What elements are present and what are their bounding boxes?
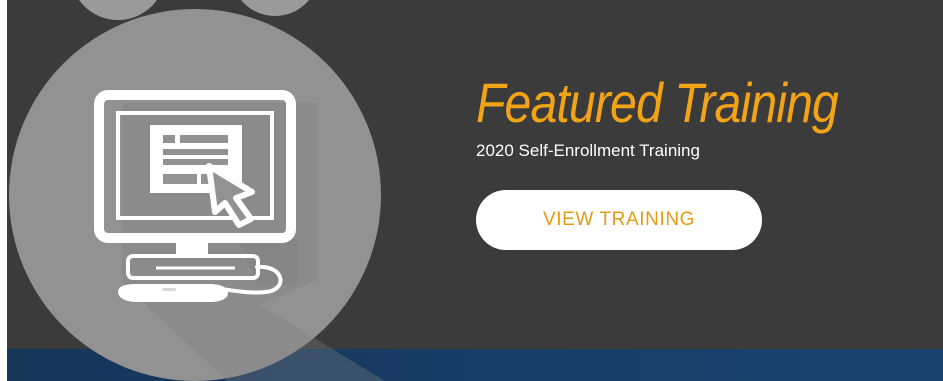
featured-training-title: Featured Training [476,71,839,134]
view-training-button[interactable]: VIEW TRAINING [476,190,762,251]
featured-training-hero: Featured Training 2020 Self-Enrollment T… [0,0,943,381]
bottom-blue-band [7,349,943,381]
hero-content: Featured Training 2020 Self-Enrollment T… [476,75,921,285]
training-subtitle: 2020 Self-Enrollment Training [476,141,700,160]
